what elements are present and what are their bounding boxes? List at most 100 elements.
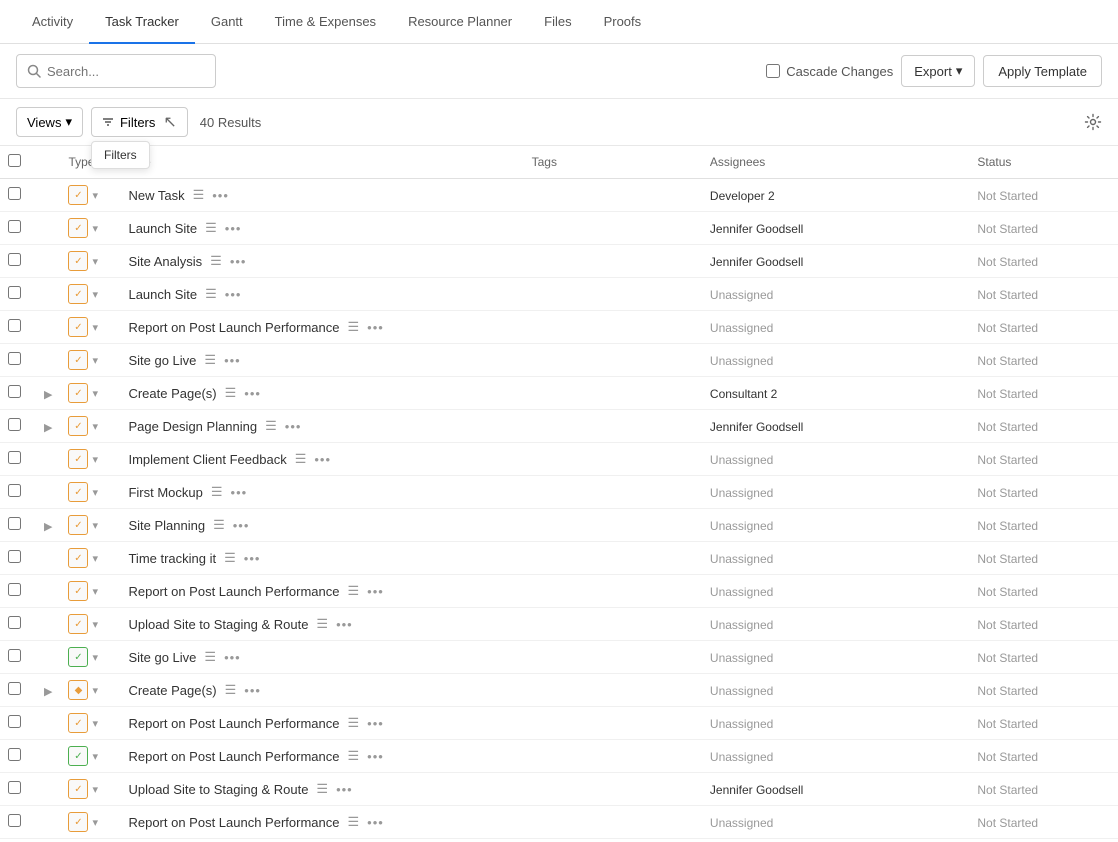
search-input[interactable]: [47, 64, 205, 79]
row-chevron-icon[interactable]: ▾: [92, 816, 98, 829]
row-chevron-icon[interactable]: ▾: [92, 189, 98, 202]
doc-icon[interactable]: ☰: [204, 649, 216, 665]
doc-icon[interactable]: ☰: [265, 418, 277, 434]
views-button[interactable]: Views ▾: [16, 107, 83, 137]
row-chevron-icon[interactable]: ▾: [92, 288, 98, 301]
expand-arrow[interactable]: ▶: [44, 521, 52, 533]
more-options-icon[interactable]: •••: [244, 386, 261, 401]
tab-gantt[interactable]: Gantt: [195, 0, 259, 44]
doc-icon[interactable]: ☰: [193, 187, 205, 203]
doc-icon[interactable]: ☰: [347, 748, 359, 764]
row-chevron-icon[interactable]: ▾: [92, 552, 98, 565]
doc-icon[interactable]: ☰: [295, 451, 307, 467]
row-checkbox[interactable]: [8, 748, 21, 761]
more-options-icon[interactable]: •••: [244, 683, 261, 698]
more-options-icon[interactable]: •••: [225, 221, 242, 236]
doc-icon[interactable]: ☰: [210, 253, 222, 269]
row-checkbox[interactable]: [8, 814, 21, 827]
row-chevron-icon[interactable]: ▾: [92, 618, 98, 631]
row-chevron-icon[interactable]: ▾: [92, 519, 98, 532]
col-header-assignees[interactable]: Assignees: [702, 146, 969, 179]
doc-icon[interactable]: ☰: [347, 583, 359, 599]
doc-icon[interactable]: ☰: [347, 715, 359, 731]
row-checkbox[interactable]: [8, 352, 21, 365]
doc-icon[interactable]: ☰: [211, 484, 223, 500]
doc-icon[interactable]: ☰: [316, 781, 328, 797]
row-chevron-icon[interactable]: ▾: [92, 783, 98, 796]
row-chevron-icon[interactable]: ▾: [92, 387, 98, 400]
doc-icon[interactable]: ☰: [347, 814, 359, 830]
more-options-icon[interactable]: •••: [367, 815, 384, 830]
more-options-icon[interactable]: •••: [224, 353, 241, 368]
more-options-icon[interactable]: •••: [233, 518, 250, 533]
row-checkbox[interactable]: [8, 220, 21, 233]
col-header-tags[interactable]: Tags: [524, 146, 702, 179]
row-chevron-icon[interactable]: ▾: [92, 717, 98, 730]
select-all-checkbox[interactable]: [8, 154, 21, 167]
more-options-icon[interactable]: •••: [285, 419, 302, 434]
doc-icon[interactable]: ☰: [224, 550, 236, 566]
row-chevron-icon[interactable]: ▾: [92, 354, 98, 367]
more-options-icon[interactable]: •••: [367, 584, 384, 599]
more-options-icon[interactable]: •••: [231, 485, 248, 500]
gear-icon[interactable]: [1084, 113, 1102, 131]
row-chevron-icon[interactable]: ▾: [92, 222, 98, 235]
row-checkbox[interactable]: [8, 781, 21, 794]
filters-button[interactable]: Filters ↖: [91, 107, 188, 137]
row-checkbox[interactable]: [8, 649, 21, 662]
doc-icon[interactable]: ☰: [213, 517, 225, 533]
more-options-icon[interactable]: •••: [224, 650, 241, 665]
row-checkbox[interactable]: [8, 286, 21, 299]
col-header-title[interactable]: Title: [120, 146, 523, 179]
row-checkbox[interactable]: [8, 682, 21, 695]
tab-activity[interactable]: Activity: [16, 0, 89, 44]
apply-template-button[interactable]: Apply Template: [983, 55, 1102, 87]
row-checkbox[interactable]: [8, 418, 21, 431]
row-chevron-icon[interactable]: ▾: [92, 684, 98, 697]
row-checkbox[interactable]: [8, 385, 21, 398]
row-checkbox[interactable]: [8, 187, 21, 200]
more-options-icon[interactable]: •••: [367, 320, 384, 335]
tab-files[interactable]: Files: [528, 0, 587, 44]
row-checkbox[interactable]: [8, 616, 21, 629]
row-chevron-icon[interactable]: ▾: [92, 321, 98, 334]
row-chevron-icon[interactable]: ▾: [92, 255, 98, 268]
more-options-icon[interactable]: •••: [244, 551, 261, 566]
col-header-status[interactable]: Status: [969, 146, 1118, 179]
row-chevron-icon[interactable]: ▾: [92, 585, 98, 598]
row-checkbox[interactable]: [8, 484, 21, 497]
row-chevron-icon[interactable]: ▾: [92, 453, 98, 466]
cascade-changes-checkbox[interactable]: [766, 64, 780, 78]
more-options-icon[interactable]: •••: [367, 749, 384, 764]
row-chevron-icon[interactable]: ▾: [92, 651, 98, 664]
more-options-icon[interactable]: •••: [212, 188, 229, 203]
row-checkbox[interactable]: [8, 319, 21, 332]
more-options-icon[interactable]: •••: [367, 716, 384, 731]
doc-icon[interactable]: ☰: [205, 286, 217, 302]
tab-task-tracker[interactable]: Task Tracker: [89, 0, 195, 44]
more-options-icon[interactable]: •••: [314, 452, 331, 467]
tab-resource-planner[interactable]: Resource Planner: [392, 0, 528, 44]
row-checkbox[interactable]: [8, 517, 21, 530]
expand-arrow[interactable]: ▶: [44, 389, 52, 401]
doc-icon[interactable]: ☰: [316, 616, 328, 632]
expand-arrow[interactable]: ▶: [44, 422, 52, 434]
more-options-icon[interactable]: •••: [230, 254, 247, 269]
export-button[interactable]: Export ▾: [901, 55, 975, 87]
row-chevron-icon[interactable]: ▾: [92, 750, 98, 763]
row-checkbox[interactable]: [8, 715, 21, 728]
more-options-icon[interactable]: •••: [225, 287, 242, 302]
doc-icon[interactable]: ☰: [347, 319, 359, 335]
row-checkbox[interactable]: [8, 253, 21, 266]
doc-icon[interactable]: ☰: [225, 682, 237, 698]
tab-proofs[interactable]: Proofs: [588, 0, 658, 44]
row-checkbox[interactable]: [8, 583, 21, 596]
tab-time-expenses[interactable]: Time & Expenses: [259, 0, 392, 44]
more-options-icon[interactable]: •••: [336, 617, 353, 632]
expand-arrow[interactable]: ▶: [44, 686, 52, 698]
row-checkbox[interactable]: [8, 451, 21, 464]
row-chevron-icon[interactable]: ▾: [92, 420, 98, 433]
row-checkbox[interactable]: [8, 550, 21, 563]
doc-icon[interactable]: ☰: [204, 352, 216, 368]
doc-icon[interactable]: ☰: [205, 220, 217, 236]
